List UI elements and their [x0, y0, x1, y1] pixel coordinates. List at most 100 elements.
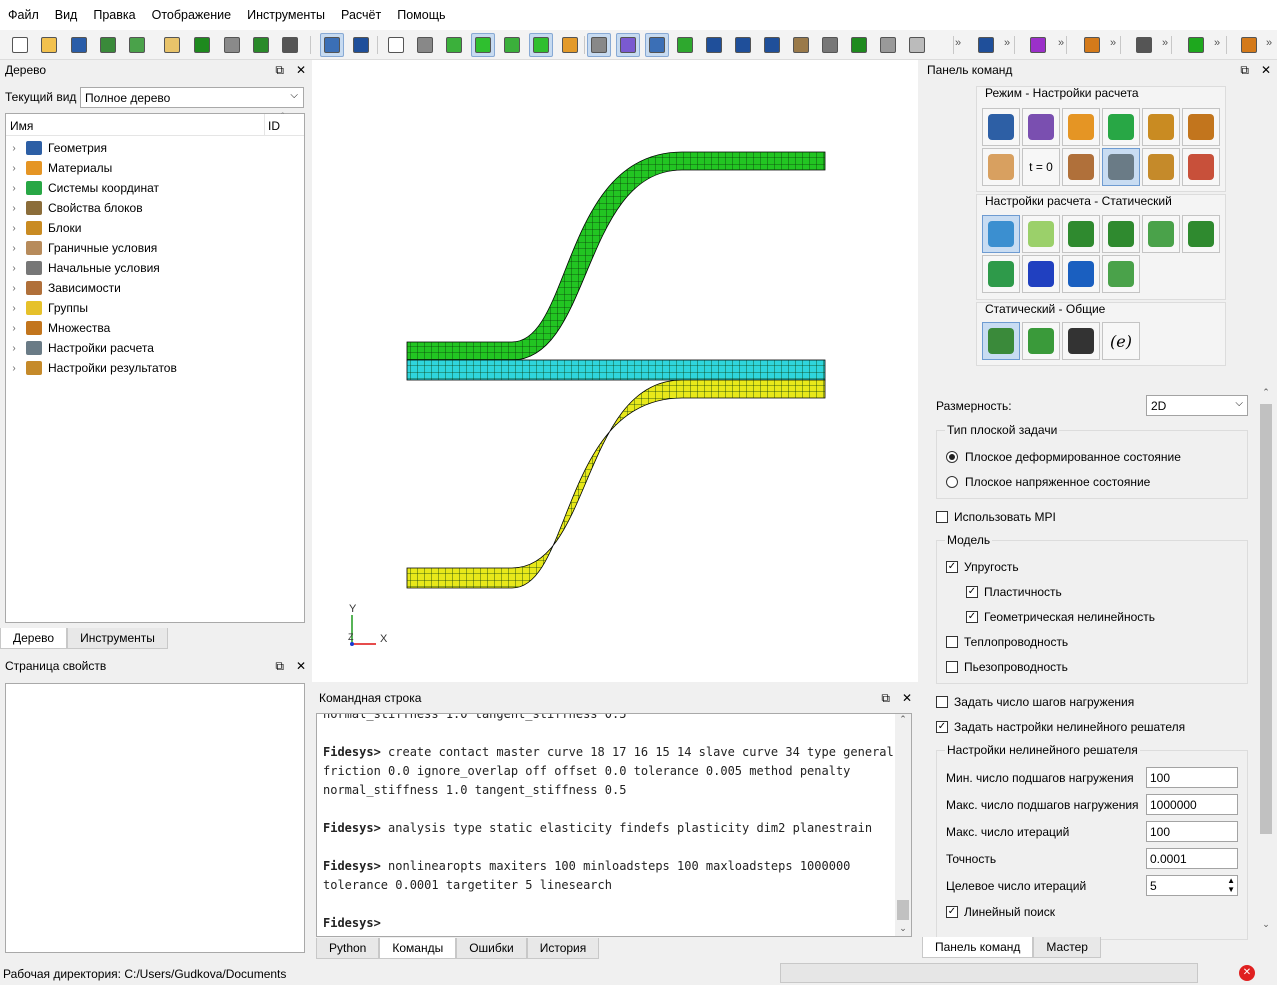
toolbar-overflow-icon[interactable]: »: [1110, 37, 1116, 49]
tree-item[interactable]: › Зависимости: [6, 278, 304, 298]
command-output[interactable]: normal_stiffness 1.0 tangent_stiffness 0…: [316, 713, 912, 937]
close-icon[interactable]: ✕: [902, 691, 912, 706]
expand-arrow-icon[interactable]: ›: [6, 143, 22, 154]
mesh-upper-strip[interactable]: [406, 151, 826, 361]
fit-icon[interactable]: [1132, 33, 1156, 57]
cube-icon[interactable]: [616, 33, 640, 57]
toolbar-overflow-icon[interactable]: »: [1266, 37, 1272, 49]
column-id[interactable]: ID: [268, 119, 280, 133]
accuracy-input[interactable]: 0.0001: [1146, 848, 1238, 869]
tab-tree[interactable]: Дерево: [0, 628, 68, 649]
dynamic-button[interactable]: [1022, 215, 1060, 253]
export-icon[interactable]: [125, 33, 149, 57]
float-icon[interactable]: ⧉: [1240, 63, 1249, 78]
mesh-middle-strip[interactable]: [406, 359, 826, 381]
cross-icon[interactable]: [1026, 33, 1050, 57]
undo-icon[interactable]: [349, 33, 373, 57]
tree-item[interactable]: › Граничные условия: [6, 238, 304, 258]
output-button[interactable]: [1022, 322, 1060, 360]
expand-arrow-icon[interactable]: ›: [6, 363, 22, 374]
windows-icon[interactable]: [645, 33, 669, 57]
am-logo-button[interactable]: [1022, 255, 1060, 293]
checkbox-heat-conduction[interactable]: Теплопроводность: [946, 635, 1068, 649]
open-folder-icon[interactable]: [37, 33, 61, 57]
expand-arrow-icon[interactable]: ›: [6, 343, 22, 354]
lights-icon[interactable]: [558, 33, 582, 57]
zoom-in-icon[interactable]: [702, 33, 726, 57]
white-cube-icon[interactable]: [905, 33, 929, 57]
zoom-out-icon[interactable]: [731, 33, 755, 57]
static-button[interactable]: [982, 215, 1020, 253]
modal-button[interactable]: [1062, 215, 1100, 253]
contact-button[interactable]: [1102, 255, 1140, 293]
parameters-button[interactable]: [1062, 322, 1100, 360]
float-icon[interactable]: ⧉: [275, 63, 284, 78]
initial-conditions-mode-button[interactable]: t = 0: [1022, 148, 1060, 186]
view-green-icon[interactable]: [471, 33, 495, 57]
ruler-icon[interactable]: [818, 33, 842, 57]
tab-python[interactable]: Python: [316, 938, 380, 959]
dimension-select[interactable]: 2D ⌵: [1146, 395, 1248, 416]
expand-arrow-icon[interactable]: ›: [6, 263, 22, 274]
menu-item-4[interactable]: Инструменты: [247, 8, 325, 22]
mesh-lower-strip[interactable]: [406, 379, 826, 589]
hammer-icon[interactable]: [278, 33, 302, 57]
coords-mode-button[interactable]: [1102, 108, 1140, 146]
tree-item[interactable]: › Системы координат: [6, 178, 304, 198]
view-wire-icon[interactable]: [384, 33, 408, 57]
menu-item-3[interactable]: Отображение: [152, 8, 231, 22]
harmonic-button[interactable]: [1182, 215, 1220, 253]
checkbox-line-search[interactable]: ✓ Линейный поиск: [946, 905, 1055, 919]
scroll-thumb[interactable]: [1260, 404, 1272, 834]
expression-button[interactable]: (e): [1102, 322, 1140, 360]
tree-item[interactable]: › Начальные условия: [6, 258, 304, 278]
tab-wizard[interactable]: Мастер: [1033, 937, 1101, 958]
close-icon[interactable]: ✕: [1261, 63, 1271, 78]
command-panel-scrollbar[interactable]: ⌃ ⌄: [1258, 387, 1274, 932]
id-icon[interactable]: [220, 33, 244, 57]
current-view-select[interactable]: Полное дерево ⌵: [80, 87, 304, 108]
tree-item[interactable]: › Блоки: [6, 218, 304, 238]
expand-arrow-icon[interactable]: ›: [6, 203, 22, 214]
anchor-icon[interactable]: [1080, 33, 1104, 57]
spin-arrows-icon[interactable]: ▲ ▼: [1227, 876, 1235, 894]
tab-command-panel[interactable]: Панель команд: [922, 937, 1034, 958]
results-mode-button[interactable]: [1142, 148, 1180, 186]
checkbox-piezo[interactable]: Пьезопроводность: [946, 660, 1068, 674]
radio-plane-strain[interactable]: Плоское деформированное состояние: [946, 450, 1181, 464]
checkbox-plasticity[interactable]: ✓ Пластичность: [966, 585, 1062, 599]
close-icon[interactable]: ✕: [296, 63, 306, 78]
toolbar-overflow-icon[interactable]: »: [1058, 37, 1064, 49]
gray-cube-icon[interactable]: [876, 33, 900, 57]
float-icon[interactable]: ⧉: [275, 659, 284, 674]
save-icon[interactable]: [67, 33, 91, 57]
buckling-button[interactable]: [1102, 215, 1140, 253]
expand-arrow-icon[interactable]: ›: [6, 243, 22, 254]
rotate-icon[interactable]: [760, 33, 784, 57]
postprocess-mode-button[interactable]: [1182, 148, 1220, 186]
target-iterations-spinbox[interactable]: 5 ▲ ▼: [1146, 875, 1238, 896]
toolbar-overflow-icon[interactable]: »: [1162, 37, 1168, 49]
scroll-thumb[interactable]: [897, 900, 909, 920]
expand-arrow-icon[interactable]: ›: [6, 223, 22, 234]
min-steps-input[interactable]: 100: [1146, 767, 1238, 788]
save-as-icon[interactable]: [96, 33, 120, 57]
max-iterations-input[interactable]: 100: [1146, 821, 1238, 842]
graphics-viewport[interactable]: Y X Z: [312, 60, 918, 682]
toolbar-overflow-icon[interactable]: »: [1004, 37, 1010, 49]
tab-history[interactable]: История: [526, 938, 600, 959]
analysis-mode-button[interactable]: [1102, 148, 1140, 186]
tree-item[interactable]: › Настройки результатов: [6, 358, 304, 378]
menu-item-0[interactable]: Файл: [8, 8, 39, 22]
journal-icon[interactable]: [160, 33, 184, 57]
checkbox-elasticity[interactable]: ✓ Упругость: [946, 560, 1019, 574]
float-icon[interactable]: ⧉: [881, 691, 890, 706]
close-icon[interactable]: ✕: [296, 659, 306, 674]
toolbar-overflow-icon[interactable]: »: [1214, 37, 1220, 49]
menu-item-5[interactable]: Расчёт: [341, 8, 381, 22]
play-script-icon[interactable]: [190, 33, 214, 57]
checkbox-geom-nonlinearity[interactable]: ✓ Геометрическая нелинейность: [966, 610, 1155, 624]
atoms-icon[interactable]: [974, 33, 998, 57]
select-icon[interactable]: [320, 33, 344, 57]
view-hidden-icon[interactable]: [413, 33, 437, 57]
